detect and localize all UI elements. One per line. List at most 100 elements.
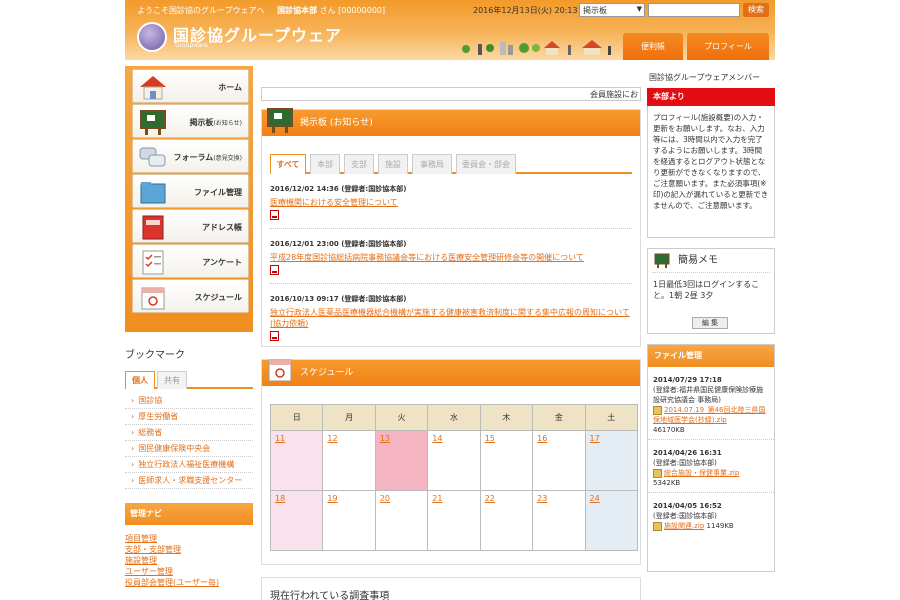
- survey-title: 現在行われている調査事項: [270, 591, 390, 600]
- weekday-header: 金: [532, 404, 586, 431]
- nav-item-address[interactable]: アドレス帳: [132, 209, 249, 243]
- weekday-header: 日: [269, 404, 324, 431]
- memo-edit-button[interactable]: 編 集: [692, 317, 728, 329]
- calendar-day[interactable]: 20: [374, 490, 429, 551]
- members-heading: 国診協グループウェアメンバー: [649, 73, 761, 82]
- nav-label-main: 掲示板: [189, 118, 214, 127]
- pdf-icon[interactable]: [270, 331, 279, 341]
- calendar-day[interactable]: 11: [269, 430, 324, 491]
- tab-bookmarks-personal[interactable]: 個人: [125, 371, 155, 389]
- calendar-day[interactable]: 18: [269, 490, 324, 551]
- calendar-day[interactable]: 22: [479, 490, 534, 551]
- search-scope-select[interactable]: 掲示板 ▼: [579, 3, 645, 17]
- file-link-row: 2014.07.19_第46回北陸三県国保地域医学会(抄録).zip: [653, 405, 769, 425]
- tab-board-branch[interactable]: 支部: [344, 154, 374, 174]
- calendar-icon: [141, 287, 165, 310]
- nav-item-survey[interactable]: アンケート: [132, 244, 249, 278]
- nav-item-files[interactable]: ファイル管理: [132, 174, 249, 208]
- mgmt-nav-list: 項目管理 支部・支部管理 施設管理 ユーザー管理 役員部会管理(ユーザー毎): [125, 525, 253, 588]
- calendar-day[interactable]: 14: [427, 430, 481, 491]
- tab-board-all[interactable]: すべて: [270, 154, 306, 174]
- file-date: 2014/07/29 17:18: [653, 376, 722, 384]
- tab-board-office[interactable]: 事務局: [412, 154, 452, 174]
- schedule-panel-header: スケジュール: [262, 359, 640, 386]
- post-link[interactable]: 平成28年度国診協総括病院事務協議会等における医療安全管理研修会等の開催について: [270, 252, 632, 263]
- bookmarks-list: 国診協 厚生労働省 総務省 国民健康保険中央会 独立行政法人福祉医療機構 医師求…: [125, 393, 253, 489]
- board-panel-header: 掲示板 (お知らせ): [262, 108, 640, 136]
- search-button[interactable]: 検索: [743, 3, 769, 17]
- weekday-header: 火: [374, 404, 429, 431]
- memo-panel: 簡易メモ 1日最低3回はログインすること。1朝 2昼 3夕 編 集: [647, 248, 775, 334]
- post-meta: 2016/12/02 14:36 (登録者:国診協本部): [270, 185, 407, 193]
- board-post: 2016/10/13 09:17 (登録者:国診協本部) 独立行政法人医薬品医療…: [270, 284, 632, 349]
- bookmark-link[interactable]: 独立行政法人福祉医療機構: [125, 457, 253, 473]
- board-icon: [267, 108, 293, 133]
- bookmark-link[interactable]: 国民健康保険中央会: [125, 441, 253, 457]
- file-link-row: 総合施設・保健事業.zip: [653, 468, 769, 478]
- nav-label: アドレス帳: [202, 223, 242, 232]
- pdf-icon[interactable]: [270, 265, 279, 275]
- nav-item-schedule[interactable]: スケジュール: [132, 279, 249, 313]
- main-content: 会員施設にお 掲示板 (お知らせ) すべて 本部 支部 施設 事務局 委員会・部…: [261, 66, 641, 600]
- bookmarks-tabs: 個人 共有: [125, 371, 253, 389]
- tab-board-facility[interactable]: 施設: [378, 154, 408, 174]
- calendar-day-today[interactable]: 13: [374, 430, 429, 491]
- calendar-day[interactable]: 17: [584, 430, 639, 491]
- calendar-day[interactable]: 15: [479, 430, 534, 491]
- welcome-prefix: ようこそ国診協のグループウェアへ: [137, 6, 265, 15]
- folder-icon: [140, 182, 166, 204]
- memo-title: 簡易メモ: [678, 255, 718, 266]
- calendar-day[interactable]: 21: [427, 490, 481, 551]
- nav-label-main: フォーラム: [173, 153, 214, 162]
- nav-item-home[interactable]: ホーム: [132, 69, 249, 103]
- tab-handbook[interactable]: 便利帳: [623, 33, 683, 60]
- board-post: 2016/12/01 23:00 (登録者:国診協本部) 平成28年度国診協総括…: [270, 229, 632, 284]
- tab-board-committee[interactable]: 委員会・部会: [456, 154, 516, 174]
- file-link-row: 施設関連.zip 1149KB: [653, 521, 769, 531]
- calendar-day[interactable]: 12: [322, 430, 376, 491]
- weekday-header: 木: [479, 404, 534, 431]
- nav-item-board[interactable]: 掲示板(お知らせ): [132, 104, 249, 138]
- calendar-week-row: 11 12 13 14 15 16 17: [269, 430, 639, 491]
- schedule-panel: スケジュール 日 月 火 水 木 金 土 11 12 13 14 15 16 1…: [261, 359, 641, 565]
- board-panel: 掲示板 (お知らせ) すべて 本部 支部 施設 事務局 委員会・部会 2016/…: [261, 108, 641, 349]
- tab-profile[interactable]: プロフィール: [687, 33, 769, 60]
- calendar-day[interactable]: 23: [532, 490, 586, 551]
- bookmark-link[interactable]: 厚生労働省: [125, 409, 253, 425]
- calendar-week-row: 18 19 20 21 22 23 24: [269, 490, 639, 551]
- mgmt-link[interactable]: ユーザー管理: [125, 566, 253, 577]
- main-nav: ホーム 掲示板(お知らせ) フォーラム(意見交換) ファイル管理 アドレス帳 ア…: [125, 66, 253, 332]
- board-post: 2016/12/02 14:36 (登録者:国診協本部) 医療機関における安全管…: [270, 174, 632, 229]
- bookmark-link[interactable]: 医師求人・求職支援センター: [125, 473, 253, 489]
- file-item: 2014/07/29 17:18 (登録者:福井県国民健康保険診療施設研究協議会…: [648, 367, 774, 440]
- post-link[interactable]: 医療機関における安全管理について: [270, 197, 632, 208]
- addressbook-icon: [142, 215, 164, 240]
- file-owner: (登録者:国診協本部): [653, 459, 717, 467]
- honbu-message: プロフィール(施設概要)の入力・更新をお願いします。なお、入力等には、3時間以内…: [647, 106, 775, 238]
- mgmt-link[interactable]: 支部・支部管理: [125, 544, 253, 555]
- calendar-day[interactable]: 16: [532, 430, 586, 491]
- mgmt-link[interactable]: 施設管理: [125, 555, 253, 566]
- tab-bookmarks-shared[interactable]: 共有: [157, 371, 187, 389]
- mgmt-link[interactable]: 項目管理: [125, 533, 253, 544]
- bookmark-link[interactable]: 国診協: [125, 393, 253, 409]
- nav-label: フォーラム(意見交換): [174, 152, 242, 163]
- file-size: 5342KB: [653, 479, 681, 487]
- pdf-icon[interactable]: [270, 210, 279, 220]
- mgmt-link[interactable]: 役員部会管理(ユーザー毎): [125, 577, 253, 588]
- post-link[interactable]: 独立行政法人医薬品医療機器総合機構が実施する健康被害救済制度に関する集中広報の周…: [270, 307, 632, 329]
- board-title: 掲示板 (お知らせ): [300, 118, 373, 128]
- bookmark-link[interactable]: 総務省: [125, 425, 253, 441]
- search-input[interactable]: [648, 3, 740, 17]
- calendar-day[interactable]: 24: [584, 490, 639, 551]
- file-link[interactable]: 施設関連.zip: [664, 522, 704, 530]
- file-link[interactable]: 2014.07.19_第46回北陸三県国保地域医学会(抄録).zip: [653, 406, 766, 424]
- nav-label: ファイル管理: [194, 188, 242, 197]
- file-link[interactable]: 総合施設・保健事業.zip: [664, 469, 739, 477]
- nav-label: ホーム: [218, 83, 242, 92]
- nav-item-forum[interactable]: フォーラム(意見交換): [132, 139, 249, 173]
- calendar-day[interactable]: 19: [322, 490, 376, 551]
- file-date: 2014/04/26 16:31: [653, 449, 722, 457]
- survey-panel: 現在行われている調査事項: [261, 577, 641, 600]
- tab-board-honbu[interactable]: 本部: [310, 154, 340, 174]
